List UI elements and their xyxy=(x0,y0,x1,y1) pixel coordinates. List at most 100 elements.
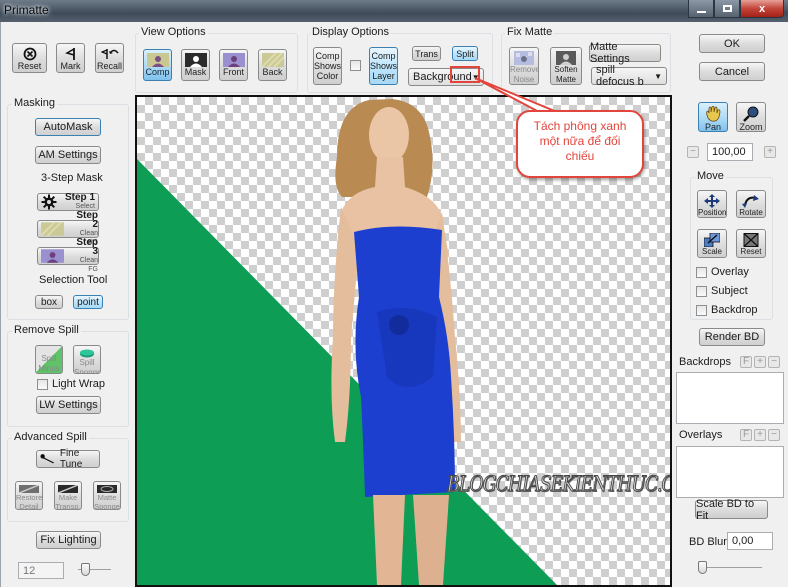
lw-settings-button[interactable]: LW Settings xyxy=(36,396,101,414)
scale-button[interactable]: Scale xyxy=(697,229,727,258)
view-mask-label: Mask xyxy=(184,67,207,77)
selection-box-button[interactable]: box xyxy=(35,295,63,309)
split-label: Split xyxy=(456,48,474,59)
backdrops-remove-button[interactable]: − xyxy=(768,356,780,368)
light-wrap-check[interactable] xyxy=(37,378,48,390)
trans-button[interactable]: Trans xyxy=(412,46,441,61)
pan-button[interactable]: Pan xyxy=(698,102,728,132)
backdrops-f-label: F xyxy=(742,356,750,367)
subject-check[interactable] xyxy=(696,285,707,297)
bd-blur-field[interactable]: 0,00 xyxy=(727,532,773,550)
render-bd-button[interactable]: Render BD xyxy=(699,328,765,346)
fine-tune-label: Fine Tune xyxy=(59,448,83,470)
backdrop-check[interactable] xyxy=(696,304,707,316)
spill-defocus-select[interactable]: spill defocus b ▼ xyxy=(591,64,667,88)
comp-shows-layer-button[interactable]: Comp Shows Layer xyxy=(369,47,398,85)
step-3-sub: Clean FG xyxy=(79,257,98,273)
am-settings-button[interactable]: AM Settings xyxy=(35,146,101,164)
reset-circle-x-icon xyxy=(23,47,36,61)
minimize-icon xyxy=(696,10,706,13)
view-front-button[interactable]: Front xyxy=(219,49,248,81)
step-1-select-button[interactable]: Step 1 Select xyxy=(37,193,99,211)
subject-checkbox[interactable]: Subject xyxy=(696,285,748,297)
backdrops-add-button[interactable]: + xyxy=(754,356,766,368)
spill-select-value: spill defocus b xyxy=(596,64,644,88)
automask-button[interactable]: AutoMask xyxy=(35,118,101,136)
clean-bg-thumbnail-icon xyxy=(41,222,64,236)
remove-noise-button[interactable]: Remove Noise xyxy=(509,47,539,85)
spill-sponge-label: Spill Sponge xyxy=(74,358,101,374)
mark-button[interactable]: Mark xyxy=(56,43,85,73)
matte-sponge-button[interactable]: Matte Sponge xyxy=(93,481,121,510)
minimize-button[interactable] xyxy=(688,0,714,18)
backdrops-f-button[interactable]: F xyxy=(740,356,752,368)
spill-sponge-button[interactable]: Spill Sponge xyxy=(73,345,101,374)
zoom-value-field[interactable]: 100,00 xyxy=(707,143,753,161)
reset-move-button[interactable]: Reset xyxy=(736,229,766,258)
zoom-out-button[interactable]: − xyxy=(687,146,699,158)
view-mask-button[interactable]: Mask xyxy=(181,49,210,81)
slider-thumb[interactable] xyxy=(81,563,90,576)
backdrop-label: Backdrop xyxy=(711,304,758,316)
backdrops-list[interactable] xyxy=(676,372,784,424)
slider-thumb[interactable] xyxy=(698,561,707,574)
fix-lighting-value: 12 xyxy=(23,565,36,577)
split-button[interactable]: Split xyxy=(452,46,478,61)
zoom-in-button[interactable]: + xyxy=(764,146,776,158)
recall-label: Recall xyxy=(96,61,122,71)
minus-icon: − xyxy=(771,356,777,367)
display-option-checkbox[interactable] xyxy=(350,60,361,71)
overlays-remove-button[interactable]: − xyxy=(768,429,780,441)
gear-icon xyxy=(41,194,57,210)
selection-tool-label: Selection Tool xyxy=(39,274,108,286)
view-comp-button[interactable]: Comp xyxy=(143,49,172,81)
trans-label: Trans xyxy=(415,48,438,59)
three-step-mask-label: 3-Step Mask xyxy=(41,172,103,184)
make-transp-button[interactable]: Make Transp. xyxy=(54,481,82,510)
zoom-value: 100,00 xyxy=(712,146,746,158)
fix-lighting-button[interactable]: Fix Lighting xyxy=(36,531,101,549)
plus-icon: + xyxy=(767,146,773,157)
selection-point-button[interactable]: point xyxy=(73,295,103,309)
maximize-button[interactable] xyxy=(714,0,740,18)
view-front-label: Front xyxy=(222,67,244,77)
maximize-icon xyxy=(722,5,732,12)
overlays-f-button[interactable]: F xyxy=(740,429,752,441)
position-button[interactable]: Position xyxy=(697,190,727,218)
overlays-list[interactable] xyxy=(676,446,784,498)
recall-button[interactable]: Recall xyxy=(95,43,124,73)
comp-shows-color-label: Comp Shows Color xyxy=(314,51,342,81)
backdrop-checkbox[interactable]: Backdrop xyxy=(696,304,757,316)
soften-matte-button[interactable]: Soften Matte xyxy=(550,47,582,85)
fix-lighting-slider[interactable] xyxy=(78,563,111,577)
view-back-button[interactable]: Back xyxy=(258,49,287,81)
step-2-clean-bg-button[interactable]: Step 2 Clean BG xyxy=(37,211,99,246)
overlay-check[interactable] xyxy=(696,266,707,278)
restore-detail-button[interactable]: Restore Detail xyxy=(15,481,43,510)
lw-settings-label: LW Settings xyxy=(39,399,98,411)
scale-label: Scale xyxy=(701,247,722,256)
automask-label: AutoMask xyxy=(43,121,93,133)
scale-bd-to-fit-button[interactable]: Scale BD to Fit xyxy=(695,498,768,522)
fix-lighting-value-field[interactable]: 12 xyxy=(18,562,64,579)
view-back-label: Back xyxy=(262,67,283,77)
close-button[interactable]: x xyxy=(740,0,784,18)
ok-button[interactable]: OK xyxy=(699,34,765,53)
matte-settings-button[interactable]: Matte Settings xyxy=(589,41,661,65)
bd-blur-slider[interactable] xyxy=(698,561,762,575)
comp-shows-color-button[interactable]: Comp Shows Color xyxy=(313,47,342,85)
fine-tune-button[interactable]: Fine Tune xyxy=(36,448,100,470)
rotate-button[interactable]: Rotate xyxy=(736,190,766,218)
light-wrap-label: Light Wrap xyxy=(52,378,105,390)
cancel-button[interactable]: Cancel xyxy=(699,62,765,81)
light-wrap-checkbox[interactable]: Light Wrap xyxy=(37,378,105,390)
make-transp-label: Make Transp. xyxy=(55,493,81,510)
zoom-button[interactable]: Zoom xyxy=(736,102,766,132)
recall-flag-arrow-icon xyxy=(100,49,119,59)
step-3-clean-fg-button[interactable]: Step 3 Clean FG xyxy=(37,238,99,273)
spill-minus-button[interactable]: Spill Minus xyxy=(35,345,63,374)
overlay-checkbox[interactable]: Overlay xyxy=(696,266,749,278)
reset-all-button[interactable]: Reset All xyxy=(12,43,47,73)
overlays-f-label: F xyxy=(742,429,750,440)
overlays-add-button[interactable]: + xyxy=(754,429,766,441)
